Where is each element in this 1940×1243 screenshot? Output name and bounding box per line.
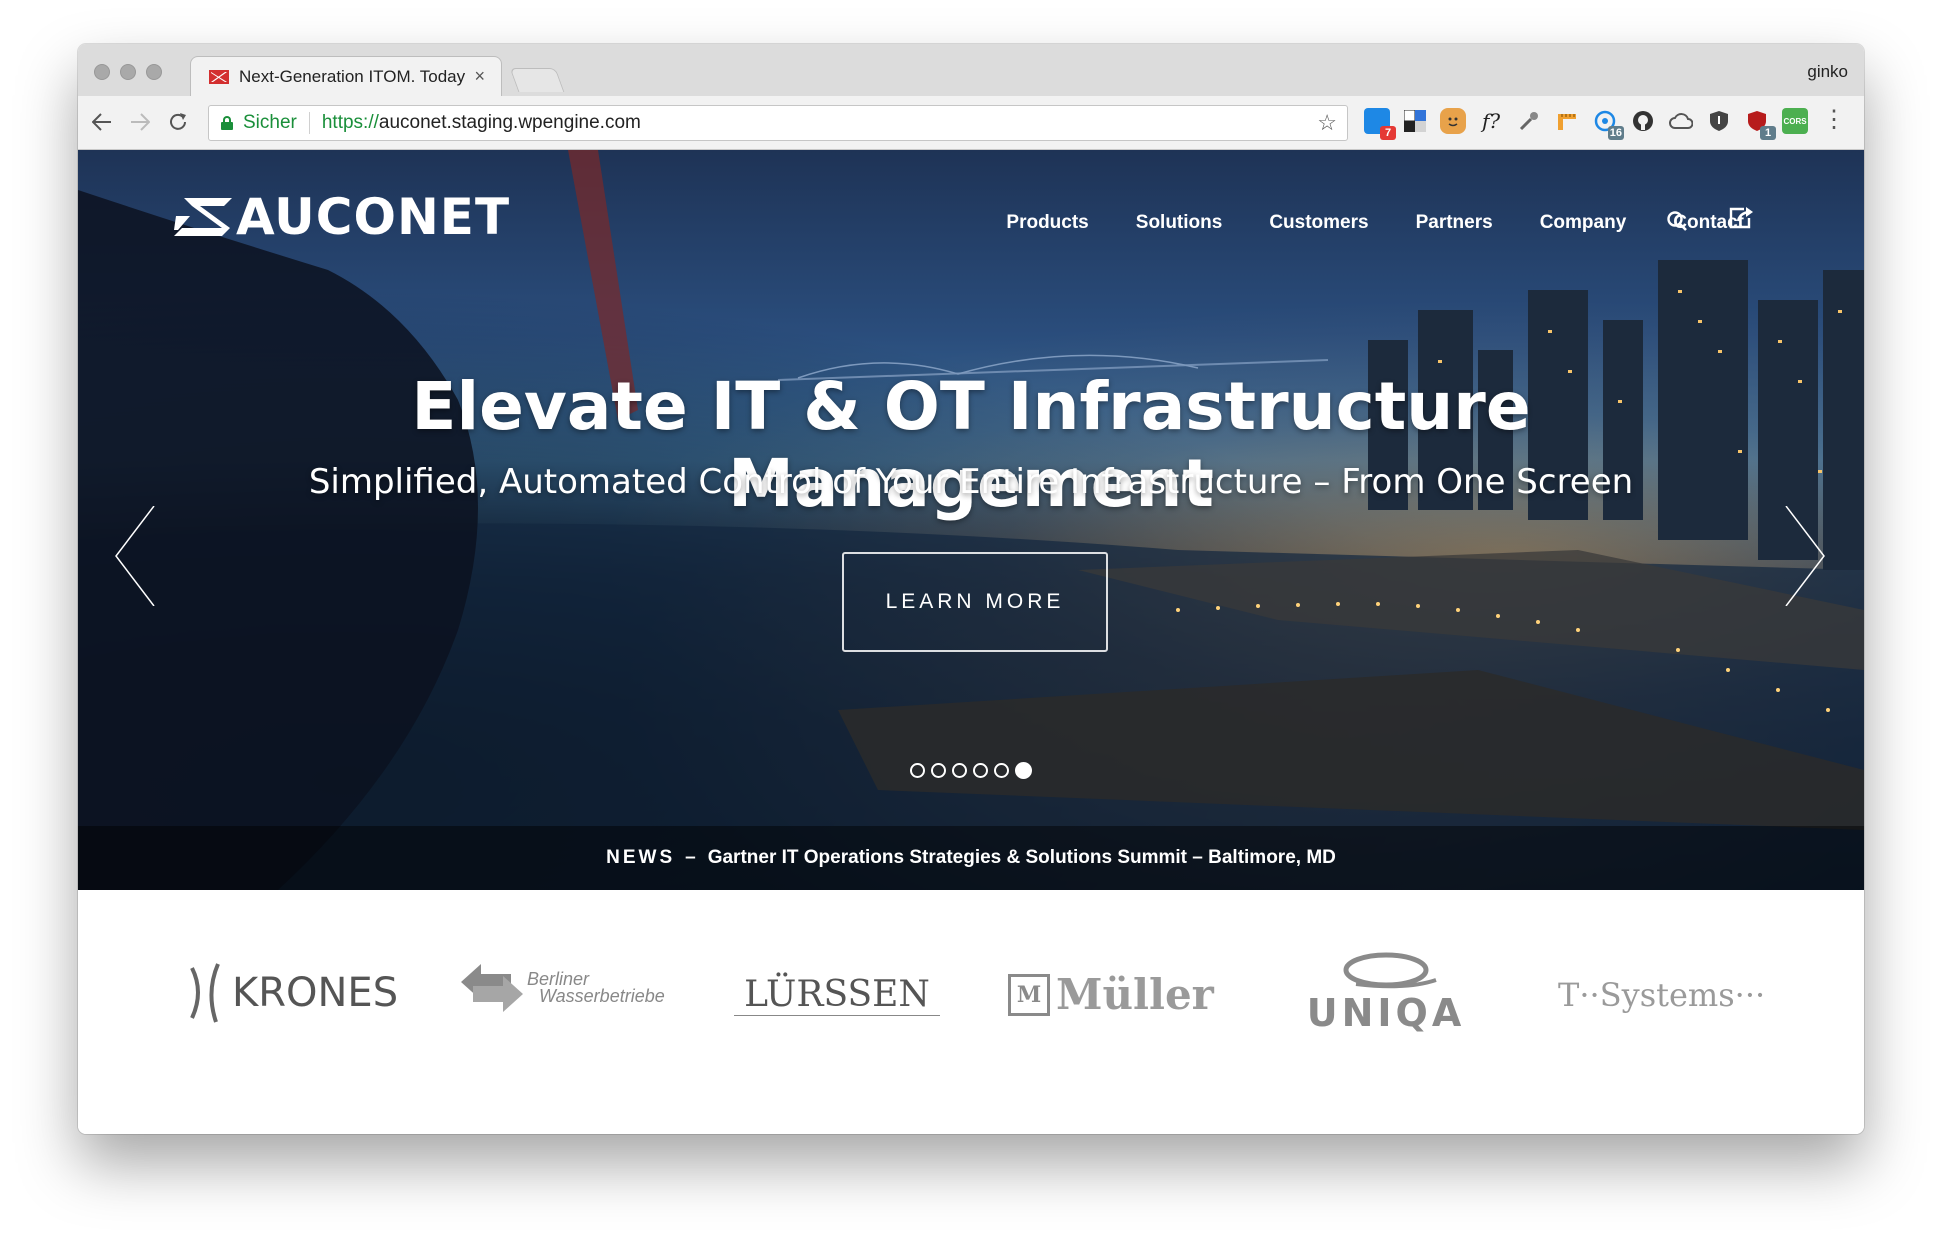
browser-toolbar: Sicher https:// auconet.staging.wpengine… bbox=[78, 96, 1864, 150]
krones-mark-icon bbox=[190, 963, 220, 1023]
client-logos: KRONES Berliner Wasserbetriebe LÜRSSEN M bbox=[78, 890, 1864, 1134]
extensions-bar: 7 f? 16 1 CORS bbox=[1364, 108, 1808, 140]
shield-extension-icon[interactable] bbox=[1706, 108, 1732, 134]
cors-extension-icon[interactable]: CORS bbox=[1782, 108, 1808, 134]
mueller-mark: M bbox=[1008, 973, 1050, 1016]
cloud-extension-icon[interactable] bbox=[1668, 108, 1694, 134]
nav-products[interactable]: Products bbox=[1006, 212, 1088, 234]
slide-dot-6[interactable] bbox=[1015, 762, 1032, 779]
nav-company[interactable]: Company bbox=[1540, 212, 1627, 234]
reload-icon[interactable] bbox=[164, 108, 192, 136]
mueller-logo: M Müller bbox=[1008, 970, 1214, 1019]
nav-customers[interactable]: Customers bbox=[1269, 212, 1368, 234]
slide-dot-2[interactable] bbox=[931, 763, 946, 778]
secure-label: Sicher bbox=[243, 112, 310, 134]
github-extension-icon[interactable] bbox=[1630, 108, 1656, 134]
slide-dot-5[interactable] bbox=[994, 763, 1009, 778]
profile-name[interactable]: ginko bbox=[1807, 62, 1848, 82]
berliner-line2: Wasserbetriebe bbox=[539, 986, 665, 1006]
new-tab-button[interactable] bbox=[509, 68, 565, 92]
browser-tab[interactable]: Next-Generation ITOM. Today! × bbox=[190, 56, 502, 96]
address-bar[interactable]: Sicher https:// auconet.staging.wpengine… bbox=[208, 105, 1348, 141]
learn-more-button[interactable]: LEARN MORE bbox=[842, 552, 1108, 652]
browser-menu-icon[interactable]: ⋮ bbox=[1822, 108, 1846, 132]
news-ticker[interactable]: NEWS – Gartner IT Operations Strategies … bbox=[78, 826, 1864, 890]
news-headline[interactable]: Gartner IT Operations Strategies & Solut… bbox=[708, 847, 1336, 869]
bookmark-star-icon[interactable]: ☆ bbox=[1317, 110, 1337, 136]
forward-arrow-icon[interactable] bbox=[126, 108, 154, 136]
t-systems-logo: T··Systems··· bbox=[1558, 976, 1765, 1014]
share-icon[interactable] bbox=[1728, 206, 1754, 235]
back-arrow-icon[interactable] bbox=[88, 108, 116, 136]
slide-dot-1[interactable] bbox=[910, 763, 925, 778]
uniqa-text: UNIQA bbox=[1306, 991, 1466, 1035]
eyedropper-extension-icon[interactable] bbox=[1516, 108, 1542, 134]
slider-pagination bbox=[910, 762, 1032, 779]
luerssen-text: LÜRSSEN bbox=[744, 974, 930, 1015]
slide-dot-3[interactable] bbox=[952, 763, 967, 778]
hero-subtitle: Simplified, Automated Control of Your En… bbox=[308, 462, 1634, 502]
logo-text: AUCONET bbox=[236, 188, 511, 246]
ublock-extension-icon[interactable]: 1 bbox=[1744, 108, 1776, 140]
url-host: auconet.staging.wpengine.com bbox=[378, 112, 641, 133]
auconet-logo-mark-icon bbox=[174, 198, 232, 236]
berliner-arrows-icon bbox=[461, 964, 523, 1012]
main-navigation: Products Solutions Customers Partners Co… bbox=[1006, 212, 1744, 234]
slide-dot-4[interactable] bbox=[973, 763, 988, 778]
network-extension-icon[interactable]: 16 bbox=[1592, 108, 1624, 140]
ublock-extension-badge: 1 bbox=[1760, 126, 1776, 140]
minimize-window-button[interactable] bbox=[120, 64, 136, 80]
calendar-extension-badge: 7 bbox=[1380, 126, 1396, 140]
calendar-extension-icon[interactable]: 7 bbox=[1364, 108, 1396, 140]
nav-partners[interactable]: Partners bbox=[1416, 212, 1493, 234]
t-systems-text: T··Systems··· bbox=[1558, 976, 1766, 1014]
krones-text: KRONES bbox=[232, 970, 399, 1016]
lock-icon bbox=[221, 116, 233, 130]
hero-slider: AUCONET Products Solutions Customers Par… bbox=[78, 150, 1864, 890]
delicious-extension-icon[interactable] bbox=[1402, 108, 1428, 134]
nav-solutions[interactable]: Solutions bbox=[1136, 212, 1223, 234]
ruler-extension-icon[interactable] bbox=[1554, 108, 1580, 134]
chevron-right-icon[interactable] bbox=[1784, 506, 1826, 606]
uniqa-logo: UNIQA bbox=[1286, 950, 1486, 1035]
url-scheme: https:// bbox=[321, 112, 379, 133]
news-dash: – bbox=[685, 847, 696, 868]
tab-strip: Next-Generation ITOM. Today! × ginko bbox=[78, 44, 1864, 96]
mueller-text: Müller bbox=[1056, 970, 1214, 1019]
tab-title: Next-Generation ITOM. Today! bbox=[239, 66, 467, 86]
web-page: AUCONET Products Solutions Customers Par… bbox=[78, 150, 1864, 1134]
uniqa-swoosh-icon bbox=[1343, 952, 1437, 989]
browser-window: Next-Generation ITOM. Today! × ginko Sic… bbox=[78, 44, 1864, 1134]
search-icon[interactable] bbox=[1666, 210, 1688, 237]
face-extension-icon[interactable] bbox=[1440, 108, 1466, 134]
close-window-button[interactable] bbox=[94, 64, 110, 80]
berliner-wasserbetriebe-logo: Berliner Wasserbetriebe bbox=[461, 960, 665, 1016]
chevron-left-icon[interactable] bbox=[114, 506, 156, 606]
tab-close-icon[interactable]: × bbox=[474, 66, 485, 87]
maximize-window-button[interactable] bbox=[146, 64, 162, 80]
luerssen-logo: LÜRSSEN bbox=[734, 974, 940, 1016]
krones-logo: KRONES bbox=[188, 962, 398, 1024]
auconet-logo[interactable]: AUCONET bbox=[174, 188, 510, 246]
fontface-extension-icon[interactable]: f? bbox=[1478, 108, 1504, 134]
news-label: NEWS bbox=[606, 847, 676, 868]
network-extension-badge: 16 bbox=[1607, 126, 1624, 140]
auconet-favicon-icon bbox=[209, 69, 229, 84]
